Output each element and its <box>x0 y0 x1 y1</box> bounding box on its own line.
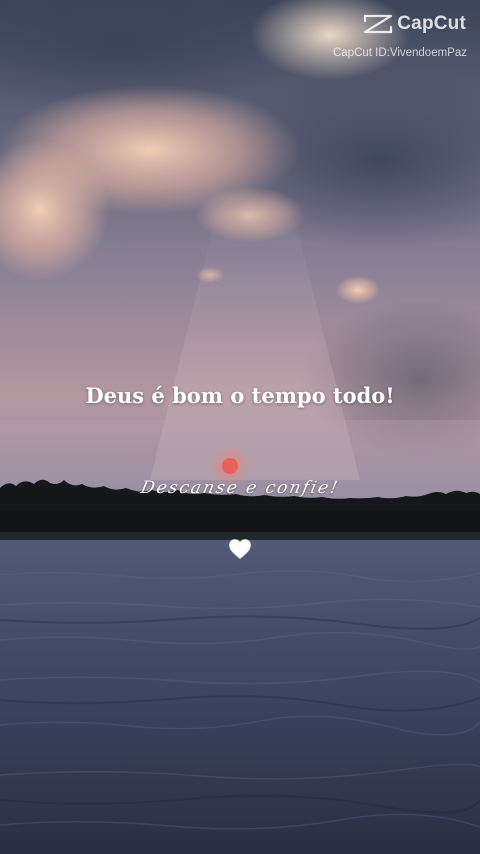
capcut-logo-icon <box>364 14 393 34</box>
headline-text: Deus é bom o tempo todo! <box>85 383 395 408</box>
caption-text: Descanse e confie! <box>138 478 342 498</box>
white-heart-icon <box>229 539 251 560</box>
capcut-watermark: CapCut CapCut ID:VivendoemPaz <box>332 12 467 61</box>
video-frame: CapCut CapCut ID:VivendoemPaz Deus é bom… <box>0 0 480 854</box>
capcut-brand-text: CapCut <box>397 13 466 34</box>
sunset-lake-background <box>0 0 480 854</box>
capcut-brand: CapCut <box>333 12 466 36</box>
capcut-id-text: CapCut ID:VivendoemPaz <box>332 47 467 59</box>
